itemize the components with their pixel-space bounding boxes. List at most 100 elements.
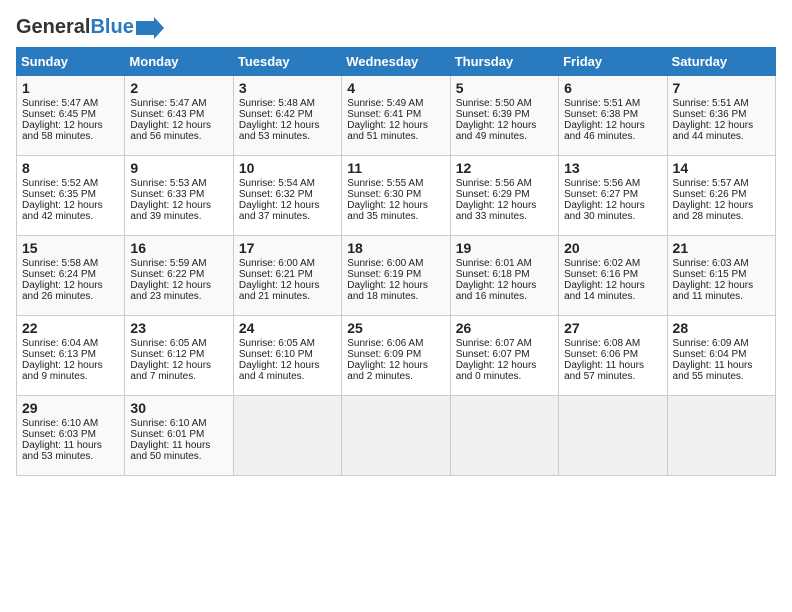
calendar-week-row: 29Sunrise: 6:10 AMSunset: 6:03 PMDayligh… (17, 396, 776, 476)
calendar-week-row: 8Sunrise: 5:52 AMSunset: 6:35 PMDaylight… (17, 156, 776, 236)
daylight-hours: Daylight: 11 hours (130, 440, 210, 451)
daylight-minutes: and 44 minutes. (673, 131, 744, 142)
daylight-minutes: and 2 minutes. (347, 371, 413, 382)
sunrise-time: Sunrise: 6:08 AM (564, 338, 640, 349)
daylight-minutes: and 23 minutes. (130, 291, 201, 302)
sunrise-time: Sunrise: 6:00 AM (347, 258, 423, 269)
day-number: 17 (239, 240, 336, 256)
calendar-header-row: Sunday Monday Tuesday Wednesday Thursday… (17, 48, 776, 76)
day-number: 14 (673, 160, 770, 176)
day-number: 19 (456, 240, 553, 256)
day-number: 18 (347, 240, 444, 256)
table-row (450, 396, 558, 476)
day-number: 13 (564, 160, 661, 176)
table-row (559, 396, 667, 476)
table-row: 24Sunrise: 6:05 AMSunset: 6:10 PMDayligh… (233, 316, 341, 396)
daylight-minutes: and 14 minutes. (564, 291, 635, 302)
sunrise-time: Sunrise: 5:53 AM (130, 178, 206, 189)
table-row: 22Sunrise: 6:04 AMSunset: 6:13 PMDayligh… (17, 316, 125, 396)
calendar-body: 1Sunrise: 5:47 AMSunset: 6:45 PMDaylight… (17, 76, 776, 476)
table-row (342, 396, 450, 476)
sunrise-time: Sunrise: 5:52 AM (22, 178, 98, 189)
daylight-hours: Daylight: 12 hours (22, 200, 103, 211)
day-number: 2 (130, 80, 227, 96)
sunset-time: Sunset: 6:12 PM (130, 349, 204, 360)
daylight-hours: Daylight: 12 hours (347, 280, 428, 291)
day-number: 11 (347, 160, 444, 176)
daylight-minutes: and 18 minutes. (347, 291, 418, 302)
day-number: 3 (239, 80, 336, 96)
sunrise-time: Sunrise: 5:47 AM (22, 98, 98, 109)
day-number: 5 (456, 80, 553, 96)
sunrise-time: Sunrise: 6:02 AM (564, 258, 640, 269)
table-row: 2 Sunrise: 5:47 AMSunset: 6:43 PMDaylight… (125, 76, 233, 156)
daylight-hours: Daylight: 12 hours (347, 200, 428, 211)
sunset-time: Sunset: 6:07 PM (456, 349, 530, 360)
logo: GeneralBlue (16, 16, 164, 39)
table-row: 21Sunrise: 6:03 AMSunset: 6:15 PMDayligh… (667, 236, 775, 316)
sunrise-time: Sunrise: 6:04 AM (22, 338, 98, 349)
sunset-time: Sunset: 6:29 PM (456, 189, 530, 200)
daylight-hours: Daylight: 12 hours (456, 200, 537, 211)
sunrise-time: Sunrise: 6:07 AM (456, 338, 532, 349)
sunrise-time: Sunrise: 5:59 AM (130, 258, 206, 269)
table-row: 17Sunrise: 6:00 AMSunset: 6:21 PMDayligh… (233, 236, 341, 316)
day-number: 22 (22, 320, 119, 336)
sunset-time: Sunset: 6:41 PM (347, 109, 421, 120)
daylight-minutes: and 42 minutes. (22, 211, 93, 222)
sunset-time: Sunset: 6:13 PM (22, 349, 96, 360)
daylight-hours: Daylight: 11 hours (564, 360, 644, 371)
daylight-hours: Daylight: 12 hours (22, 120, 103, 131)
sunset-time: Sunset: 6:09 PM (347, 349, 421, 360)
daylight-minutes: and 56 minutes. (130, 131, 201, 142)
sunset-time: Sunset: 6:19 PM (347, 269, 421, 280)
sunset-time: Sunset: 6:39 PM (456, 109, 530, 120)
daylight-minutes: and 37 minutes. (239, 211, 310, 222)
day-number: 28 (673, 320, 770, 336)
daylight-minutes: and 46 minutes. (564, 131, 635, 142)
sunrise-time: Sunrise: 5:49 AM (347, 98, 423, 109)
sunset-time: Sunset: 6:21 PM (239, 269, 313, 280)
daylight-minutes: and 55 minutes. (673, 371, 744, 382)
sunset-time: Sunset: 6:42 PM (239, 109, 313, 120)
table-row: 26Sunrise: 6:07 AMSunset: 6:07 PMDayligh… (450, 316, 558, 396)
sunrise-time: Sunrise: 5:58 AM (22, 258, 98, 269)
table-row: 13Sunrise: 5:56 AMSunset: 6:27 PMDayligh… (559, 156, 667, 236)
day-number: 9 (130, 160, 227, 176)
table-row: 1 Sunrise: 5:47 AMSunset: 6:45 PMDaylight… (17, 76, 125, 156)
daylight-minutes: and 4 minutes. (239, 371, 305, 382)
page-header: GeneralBlue (16, 16, 776, 39)
sunset-time: Sunset: 6:38 PM (564, 109, 638, 120)
daylight-minutes: and 58 minutes. (22, 131, 93, 142)
sunrise-time: Sunrise: 6:05 AM (239, 338, 315, 349)
table-row: 27Sunrise: 6:08 AMSunset: 6:06 PMDayligh… (559, 316, 667, 396)
sunrise-time: Sunrise: 5:56 AM (564, 178, 640, 189)
sunset-time: Sunset: 6:43 PM (130, 109, 204, 120)
day-number: 1 (22, 80, 119, 96)
daylight-minutes: and 0 minutes. (456, 371, 522, 382)
sunset-time: Sunset: 6:30 PM (347, 189, 421, 200)
day-number: 21 (673, 240, 770, 256)
sunset-time: Sunset: 6:10 PM (239, 349, 313, 360)
col-sunday: Sunday (17, 48, 125, 76)
daylight-hours: Daylight: 12 hours (130, 120, 211, 131)
sunset-time: Sunset: 6:04 PM (673, 349, 747, 360)
table-row: 9Sunrise: 5:53 AMSunset: 6:33 PMDaylight… (125, 156, 233, 236)
sunrise-time: Sunrise: 5:47 AM (130, 98, 206, 109)
daylight-minutes: and 51 minutes. (347, 131, 418, 142)
day-number: 25 (347, 320, 444, 336)
daylight-minutes: and 28 minutes. (673, 211, 744, 222)
daylight-minutes: and 21 minutes. (239, 291, 310, 302)
daylight-minutes: and 30 minutes. (564, 211, 635, 222)
sunset-time: Sunset: 6:45 PM (22, 109, 96, 120)
sunrise-time: Sunrise: 5:51 AM (564, 98, 640, 109)
daylight-hours: Daylight: 12 hours (130, 200, 211, 211)
sunrise-time: Sunrise: 5:57 AM (673, 178, 749, 189)
sunrise-time: Sunrise: 6:05 AM (130, 338, 206, 349)
sunset-time: Sunset: 6:35 PM (22, 189, 96, 200)
day-number: 23 (130, 320, 227, 336)
daylight-hours: Daylight: 12 hours (239, 360, 320, 371)
daylight-minutes: and 33 minutes. (456, 211, 527, 222)
table-row: 19Sunrise: 6:01 AMSunset: 6:18 PMDayligh… (450, 236, 558, 316)
calendar-table: Sunday Monday Tuesday Wednesday Thursday… (16, 47, 776, 476)
